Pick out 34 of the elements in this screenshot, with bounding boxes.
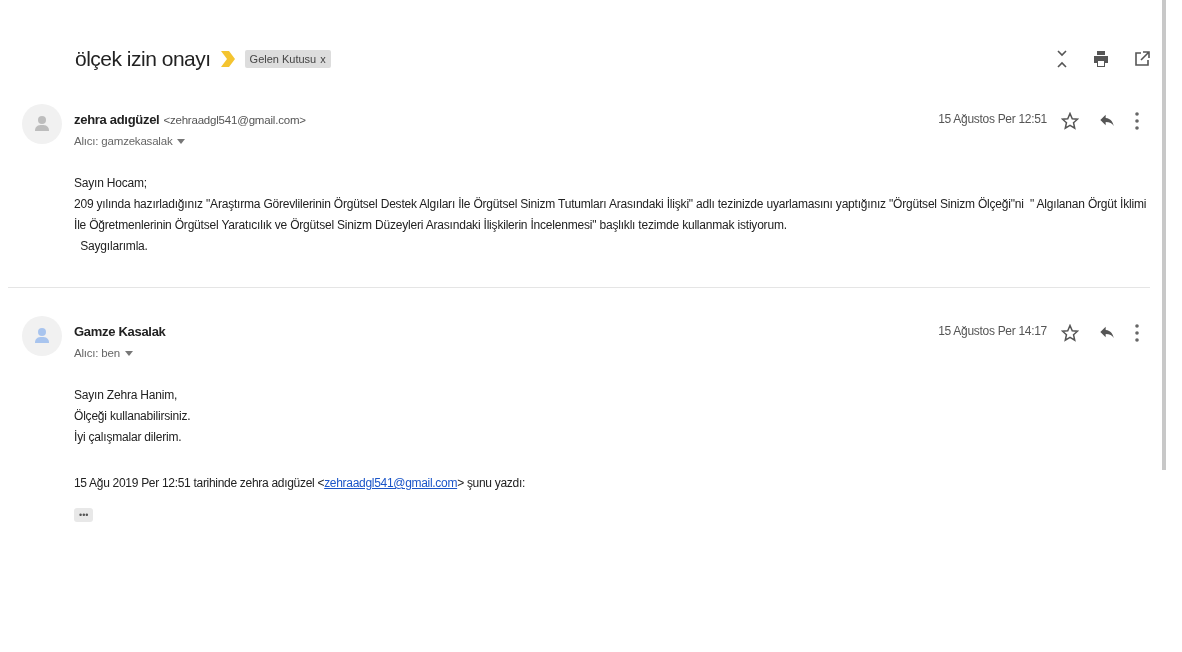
star-icon[interactable] — [1061, 112, 1079, 130]
label-text: Gelen Kutusu — [249, 53, 317, 65]
recipient-dropdown[interactable]: Alıcı: gamzekasalak — [74, 135, 186, 147]
remove-label-button[interactable]: x — [320, 53, 326, 65]
message-date: 15 Ağustos Per 12:51 — [938, 112, 1047, 126]
message-text: Sayın Hocam; — [74, 175, 148, 192]
more-options-icon[interactable] — [1135, 112, 1139, 130]
message-text: Saygılarımla. — [79, 238, 149, 255]
message-date: 15 Ağustos Per 14:17 — [938, 324, 1047, 338]
scrollbar[interactable] — [1162, 0, 1166, 470]
sender-name: Gamze Kasalak — [74, 324, 166, 339]
caret-icon — [124, 350, 133, 356]
email-link[interactable]: zehraadgl541@gmail.com — [324, 476, 458, 490]
importance-marker-icon[interactable] — [220, 51, 235, 67]
sender-name: zehra adıgüzel — [74, 112, 160, 127]
message-text: Sayın Zehra Hanim, — [74, 387, 179, 404]
quote-header: 15 Ağu 2019 Per 12:51 tarihinde zehra adıgüzel <zehraadgl541@gmail.com> şunu yazdı: — [74, 476, 525, 490]
email-subject: ölçek izin onayı — [75, 47, 211, 71]
message-text: İyi çalışmalar dilerim. — [74, 429, 183, 446]
more-options-icon[interactable] — [1135, 324, 1139, 342]
reply-icon[interactable] — [1099, 324, 1115, 340]
show-trimmed-content-button[interactable]: ••• — [74, 508, 94, 522]
expand-all-icon[interactable] — [1056, 49, 1068, 69]
new-window-icon[interactable] — [1134, 51, 1150, 67]
avatar-icon — [22, 104, 62, 144]
avatar-icon — [22, 316, 62, 356]
message-text: Ölçeği kullanabilirsiniz. — [74, 408, 192, 425]
print-icon[interactable] — [1092, 50, 1110, 68]
message-text: 209 yılında hazırladığınız "Araştırma Görevlilerinin Örgütsel Destek Algıları İle Örgütsel Sinizm Tutumları Arasındaki İlişki" adlı tezinizde uyarlamasını yaptığınız "Örgütsel Sinizm Ölçeği"ni " Algılanan Örgüt İklimi İle Öğretmenlerinin Örgütsel Yaratıcılık ve Örgütsel Sinizm Düzeyleri Arasındaki İlişkilerin İncelenmesi" başlıklı tezimde kullanmak istiyorum. — [74, 196, 1148, 234]
recipient-dropdown[interactable]: Alıcı: ben — [74, 347, 133, 359]
star-icon[interactable] — [1061, 324, 1079, 342]
sender-email: <zehraadgl541@gmail.com> — [163, 114, 306, 126]
reply-icon[interactable] — [1099, 112, 1115, 128]
caret-icon — [177, 138, 186, 144]
